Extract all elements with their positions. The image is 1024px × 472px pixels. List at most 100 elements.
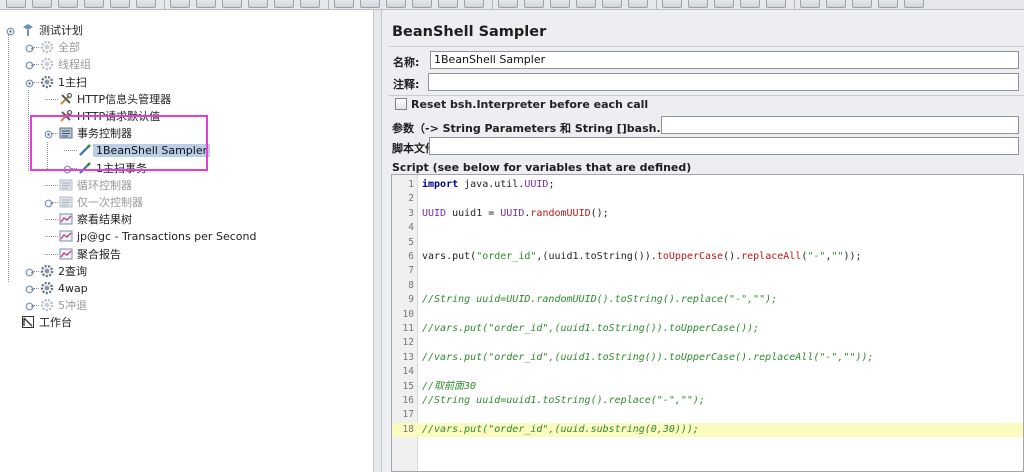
toolbar-button[interactable] bbox=[222, 0, 242, 8]
tree-node[interactable]: 仅一次控制器 bbox=[59, 194, 146, 211]
toolbar-button[interactable] bbox=[32, 0, 52, 8]
code-line[interactable]: 17 bbox=[392, 408, 1023, 422]
toolbar-separator bbox=[164, 0, 165, 9]
tree-node[interactable]: 聚合报告 bbox=[59, 246, 124, 263]
code-line[interactable]: 11 //vars.put("order_id",(uuid1.toString(… bbox=[392, 322, 1023, 336]
toolbar-button[interactable] bbox=[58, 0, 78, 8]
beanshell-sampler-panel: BeanShell Sampler 名称: 1BeanShell Sampler… bbox=[383, 10, 1024, 472]
toolbar-button[interactable] bbox=[84, 0, 104, 8]
code-line[interactable]: 14 bbox=[392, 365, 1023, 379]
name-field[interactable]: 1BeanShell Sampler bbox=[430, 51, 1019, 69]
toolbar-button[interactable] bbox=[274, 0, 294, 8]
tree-node[interactable]: 工作台 bbox=[21, 314, 75, 331]
script-label: Script (see below for variables that are… bbox=[392, 161, 692, 174]
code-text: //String uuid=UUID.randomUUID().toString… bbox=[422, 294, 778, 306]
tree-connector bbox=[45, 253, 58, 255]
toolbar-button[interactable] bbox=[360, 0, 380, 8]
code-line[interactable]: 1 import java.util.UUID; bbox=[392, 178, 1023, 192]
code-line[interactable]: 10 bbox=[392, 308, 1023, 322]
toolbar-button[interactable] bbox=[800, 0, 820, 8]
code-line[interactable]: 5 bbox=[392, 236, 1023, 250]
toolbar-button[interactable] bbox=[412, 0, 432, 8]
toolbar-button[interactable] bbox=[438, 0, 458, 8]
tree-node-label: 循环控制器 bbox=[77, 178, 132, 192]
code-text: //取前面30 bbox=[422, 380, 477, 392]
test-plan-tree[interactable]: 测试计划 全部 线程组 1主扫 HTTP信息头管理器 HTTP请求默认值 事务控制器 1Bea… bbox=[0, 10, 374, 472]
divider bbox=[389, 95, 1024, 96]
code-line[interactable]: 4 bbox=[392, 221, 1023, 235]
tree-node[interactable]: 线程组 bbox=[40, 56, 94, 73]
code-text: //vars.put("order_id",(uuid1.toString())… bbox=[422, 351, 874, 363]
split-pane-divider[interactable] bbox=[374, 10, 382, 472]
toolbar-button[interactable] bbox=[714, 0, 734, 8]
panel-title: BeanShell Sampler bbox=[392, 24, 547, 40]
toolbar-button[interactable] bbox=[524, 0, 544, 8]
tree-node-label: 全部 bbox=[58, 41, 80, 55]
code-line[interactable]: 15 //取前面30 bbox=[392, 380, 1023, 394]
toolbar-button[interactable] bbox=[464, 0, 484, 8]
parameters-field[interactable] bbox=[661, 116, 1019, 134]
line-number: 13 bbox=[402, 351, 414, 363]
toolbar-button[interactable] bbox=[136, 0, 156, 8]
tree-node[interactable]: HTTP信息头管理器 bbox=[59, 91, 174, 108]
toolbar-button[interactable] bbox=[662, 0, 682, 8]
tree-node[interactable]: 测试计划 bbox=[21, 22, 86, 39]
toolbar-separator bbox=[794, 0, 795, 9]
code-text: //vars.put("order_id",(uuid1.toString())… bbox=[422, 323, 760, 334]
toolbar-button[interactable] bbox=[852, 0, 872, 8]
tree-connector bbox=[33, 64, 39, 66]
tree-node[interactable]: 1主扫 bbox=[40, 74, 90, 91]
code-line[interactable]: 9 //String uuid=UUID.randomUUID().toStrin… bbox=[392, 293, 1023, 307]
toolbar-button[interactable] bbox=[904, 0, 924, 8]
toolbar-button[interactable] bbox=[170, 0, 190, 8]
code-line[interactable]: 3 UUID uuid1 = UUID.randomUUID(); bbox=[392, 207, 1023, 221]
script-editor[interactable]: 1 import java.util.UUID; 2 3 UUID uuid1 = UU… bbox=[391, 174, 1024, 472]
toolbar-button[interactable] bbox=[740, 0, 760, 8]
toolbar-button[interactable] bbox=[110, 0, 130, 8]
code-line[interactable]: 12 bbox=[392, 336, 1023, 350]
tree-node[interactable]: jp@gc - Transactions per Second bbox=[59, 228, 259, 245]
toolbar-button[interactable] bbox=[688, 0, 708, 8]
code-line[interactable]: 6 vars.put("order_id",(uuid1.toString()).… bbox=[392, 250, 1023, 264]
toolbar-button[interactable] bbox=[550, 0, 570, 8]
toolbar-button[interactable] bbox=[878, 0, 898, 8]
toolbar-button[interactable] bbox=[334, 0, 354, 8]
gear-icon bbox=[40, 40, 54, 54]
toolbar-button[interactable] bbox=[6, 0, 26, 8]
tree-node-label: 5冲退 bbox=[58, 299, 87, 313]
code-line[interactable]: 18 //vars.put("order_id",(uuid.substring(… bbox=[392, 422, 1023, 438]
tree-node[interactable]: 全部 bbox=[40, 39, 83, 56]
toolbar-button[interactable] bbox=[628, 0, 648, 8]
code-line[interactable]: 7 bbox=[392, 264, 1023, 278]
toolbar-button[interactable] bbox=[248, 0, 268, 8]
tree-node-label: 仅一次控制器 bbox=[77, 196, 143, 209]
comment-field[interactable] bbox=[428, 73, 1019, 91]
line-number: 8 bbox=[408, 279, 414, 291]
tree-node-label: HTTP信息头管理器 bbox=[77, 92, 172, 106]
code-line[interactable]: 2 bbox=[392, 192, 1023, 206]
code-line[interactable]: 16 //String uuid=uuid1.toString().replace… bbox=[392, 394, 1023, 408]
divider bbox=[389, 46, 1024, 47]
toolbar-button[interactable] bbox=[826, 0, 846, 8]
code-line[interactable]: 8 bbox=[392, 279, 1023, 293]
tree-node[interactable]: 循环控制器 bbox=[59, 177, 135, 194]
toolbar-button[interactable] bbox=[300, 0, 320, 8]
toolbar-button[interactable] bbox=[766, 0, 786, 8]
tree-node[interactable]: 2查询 bbox=[40, 263, 90, 280]
tree-node-label: 测试计划 bbox=[39, 24, 83, 37]
tree-node-label: 工作台 bbox=[39, 316, 72, 330]
tree-node[interactable]: 5冲退 bbox=[40, 297, 90, 314]
tree-node[interactable]: 察看结果树 bbox=[59, 211, 135, 228]
toolbar-button[interactable] bbox=[602, 0, 622, 8]
toolbar-button[interactable] bbox=[576, 0, 596, 8]
script-file-field[interactable] bbox=[429, 137, 1019, 155]
toolbar-button[interactable] bbox=[196, 0, 216, 8]
toolbar-separator bbox=[656, 0, 657, 9]
toolbar-button[interactable] bbox=[386, 0, 406, 8]
gear-icon bbox=[40, 264, 54, 278]
code-text: //vars.put("order_id",(uuid.substring(0,… bbox=[422, 423, 699, 435]
code-line[interactable]: 13 //vars.put("order_id",(uuid1.toString(… bbox=[392, 351, 1023, 365]
toolbar-button[interactable] bbox=[498, 0, 518, 8]
tree-node[interactable]: 4wap bbox=[40, 280, 91, 297]
reset-interpreter-checkbox[interactable] bbox=[395, 98, 407, 110]
